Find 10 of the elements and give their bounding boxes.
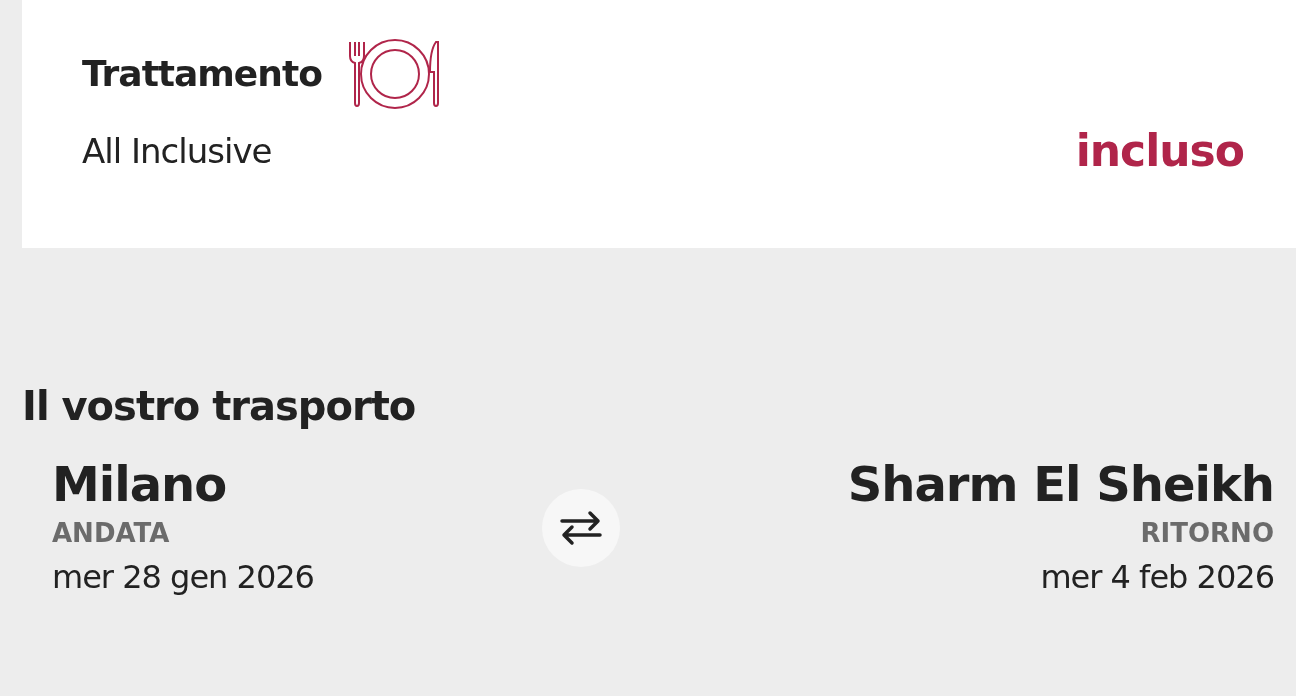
section-title: Trattamento [82, 52, 322, 96]
leg-label: RITORNO [1140, 516, 1274, 550]
board-value: All Inclusive [82, 129, 272, 173]
leg-label: ANDATA [52, 516, 170, 550]
city-name: Milano [52, 456, 227, 514]
price-label: incluso [1075, 124, 1244, 178]
city-name: Sharm El Sheikh [847, 456, 1274, 514]
leg-date: mer 28 gen 2026 [52, 556, 314, 598]
section-title: Il vostro trasporto [22, 382, 417, 431]
leg-date: mer 4 feb 2026 [1040, 556, 1274, 598]
